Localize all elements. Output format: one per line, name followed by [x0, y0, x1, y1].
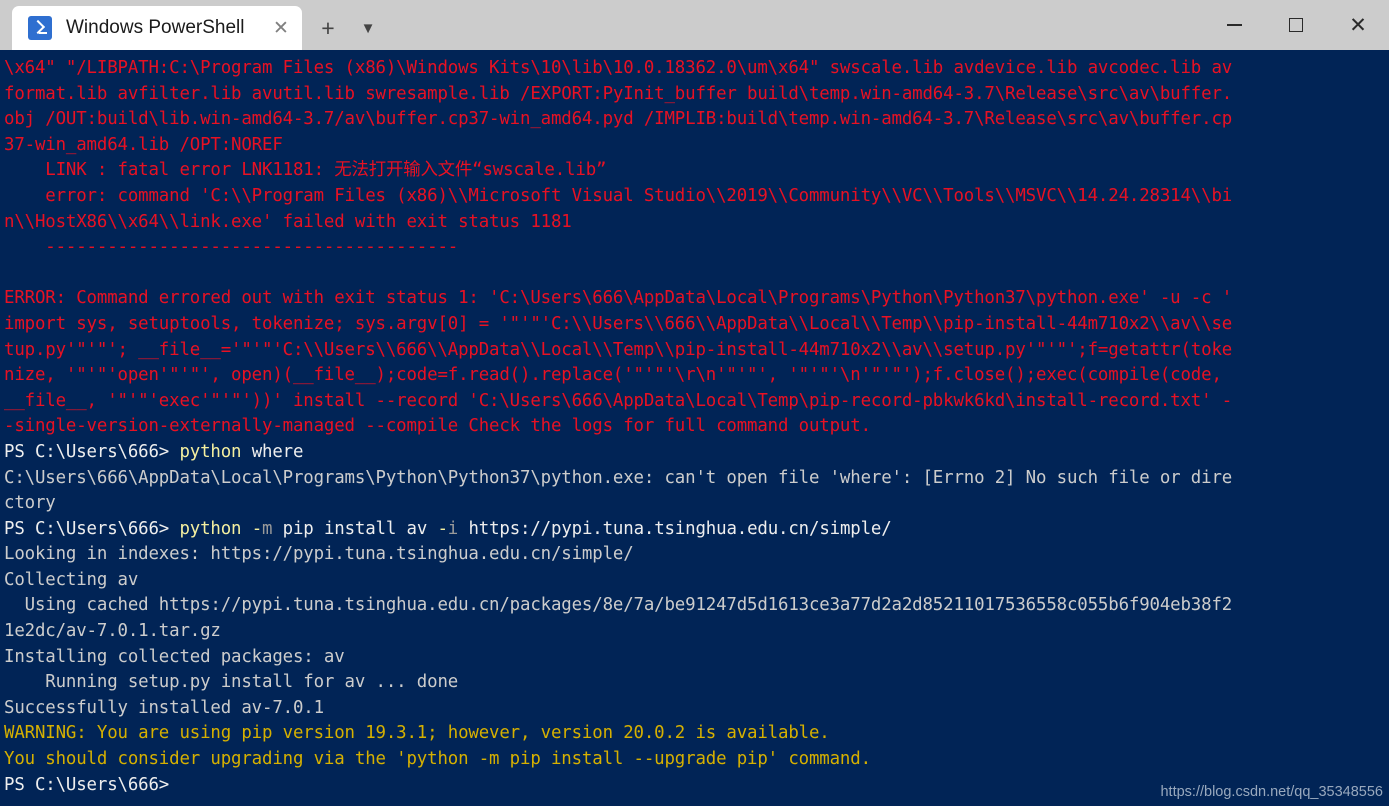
- console-line: -single-version-externally-managed --com…: [4, 414, 1389, 440]
- console-text: ERROR: Command errored out with exit sta…: [4, 288, 1233, 309]
- console-text: tup.py'"'"'; __file__='"'"'C:\\Users\\66…: [4, 339, 1233, 360]
- command-argument: m: [262, 518, 273, 539]
- terminal-viewport[interactable]: \x64" "/LIBPATH:C:\Program Files (x86)\W…: [0, 50, 1389, 806]
- prompt-label: PS C:\Users\666>: [4, 441, 180, 462]
- prompt-label: PS C:\Users\666>: [4, 518, 180, 539]
- console-text: nize, '"'"'open'"'"', open)(__file__);co…: [4, 365, 1222, 386]
- window-controls: ✕: [1203, 0, 1389, 50]
- console-line: ----------------------------------------: [4, 235, 1389, 261]
- console-text: error: command 'C:\\Program Files (x86)\…: [4, 185, 1233, 206]
- maximize-icon[interactable]: [1265, 0, 1327, 50]
- command-argument: where: [241, 441, 304, 462]
- console-text: \x64" "/LIBPATH:C:\Program Files (x86)\W…: [4, 58, 1233, 78]
- prompt-label: PS C:\Users\666>: [4, 774, 170, 795]
- console-line: PS C:\Users\666> python -m pip install a…: [4, 517, 1389, 543]
- command-argument: https://pypi.tuna.tsinghua.edu.cn/simple…: [458, 518, 892, 539]
- console-text: 37-win_amd64.lib /OPT:NOREF: [4, 134, 283, 155]
- console-line: nize, '"'"'open'"'"', open)(__file__);co…: [4, 363, 1389, 389]
- console-line: import sys, setuptools, tokenize; sys.ar…: [4, 312, 1389, 338]
- console-line: You should consider upgrading via the 'p…: [4, 747, 1389, 773]
- console-line: Installing collected packages: av: [4, 645, 1389, 671]
- console-text: format.lib avfilter.lib avutil.lib swres…: [4, 83, 1233, 104]
- console-text: WARNING: You are using pip version 19.3.…: [4, 723, 830, 744]
- console-text: Collecting av: [4, 569, 139, 590]
- console-line: obj /OUT:build\lib.win-amd64-3.7/av\buff…: [4, 107, 1389, 133]
- powershell-window: Windows PowerShell ✕ + ▼ ✕ \x64" "/LIBPA…: [0, 0, 1389, 806]
- console-text: __file__, '"'"'exec'"'"'))' install --re…: [4, 390, 1233, 411]
- console-text: ctory: [4, 493, 56, 514]
- console-line: __file__, '"'"'exec'"'"'))' install --re…: [4, 389, 1389, 415]
- command-argument: -: [241, 518, 263, 539]
- tab-title-label: Windows PowerShell: [66, 17, 245, 38]
- console-line: Successfully installed av-7.0.1: [4, 696, 1389, 722]
- console-text: LINK : fatal error LNK1181: 无法打开输入文件“sws…: [4, 160, 607, 181]
- console-line: PS C:\Users\666> python where: [4, 440, 1389, 466]
- console-line: 37-win_amd64.lib /OPT:NOREF: [4, 133, 1389, 159]
- console-output: \x64" "/LIBPATH:C:\Program Files (x86)\W…: [4, 56, 1389, 798]
- console-line: Looking in indexes: https://pypi.tuna.ts…: [4, 542, 1389, 568]
- command-argument: i: [447, 518, 459, 539]
- console-text: C:\Users\666\AppData\Local\Programs\Pyth…: [4, 467, 1233, 488]
- console-line: C:\Users\666\AppData\Local\Programs\Pyth…: [4, 466, 1389, 492]
- command-token: python: [179, 441, 242, 462]
- console-line: 1e2dc/av-7.0.1.tar.gz: [4, 619, 1389, 645]
- console-line: n\\HostX86\\x64\\link.exe' failed with e…: [4, 210, 1389, 236]
- console-text: Successfully installed av-7.0.1: [4, 697, 324, 718]
- console-text: obj /OUT:build\lib.win-amd64-3.7/av\buff…: [4, 109, 1233, 130]
- console-text: 1e2dc/av-7.0.1.tar.gz: [4, 621, 221, 642]
- new-tab-icon[interactable]: +: [308, 6, 348, 50]
- console-line: ERROR: Command errored out with exit sta…: [4, 286, 1389, 312]
- console-text: Looking in indexes: https://pypi.tuna.ts…: [4, 544, 634, 565]
- console-text: n\\HostX86\\x64\\link.exe' failed with e…: [4, 211, 572, 232]
- close-icon[interactable]: ✕: [1327, 0, 1389, 50]
- console-line: error: command 'C:\\Program Files (x86)\…: [4, 184, 1389, 210]
- console-line: Using cached https://pypi.tuna.tsinghua.…: [4, 593, 1389, 619]
- console-line: Collecting av: [4, 568, 1389, 594]
- chevron-down-icon[interactable]: ▼: [348, 6, 388, 50]
- title-bar: Windows PowerShell ✕ + ▼ ✕: [0, 0, 1389, 50]
- console-line: tup.py'"'"'; __file__='"'"'C:\\Users\\66…: [4, 338, 1389, 364]
- console-line: ctory: [4, 491, 1389, 517]
- console-text: ----------------------------------------: [4, 237, 459, 258]
- command-argument: pip install av: [272, 518, 438, 539]
- console-text: You should consider upgrading via the 'p…: [4, 749, 871, 770]
- command-argument: -: [437, 518, 448, 539]
- close-tab-icon[interactable]: ✕: [266, 13, 296, 43]
- console-line: \x64" "/LIBPATH:C:\Program Files (x86)\W…: [4, 56, 1389, 82]
- console-text: Using cached https://pypi.tuna.tsinghua.…: [4, 595, 1233, 616]
- console-text: import sys, setuptools, tokenize; sys.ar…: [4, 313, 1233, 334]
- powershell-icon: [28, 16, 52, 40]
- console-text: -single-version-externally-managed --com…: [4, 416, 871, 437]
- console-line: Running setup.py install for av ... done: [4, 670, 1389, 696]
- minimize-icon[interactable]: [1203, 0, 1265, 50]
- watermark-label: https://blog.csdn.net/qq_35348556: [1160, 784, 1383, 800]
- console-line: LINK : fatal error LNK1181: 无法打开输入文件“sws…: [4, 158, 1389, 184]
- console-line: WARNING: You are using pip version 19.3.…: [4, 721, 1389, 747]
- console-text: Installing collected packages: av: [4, 646, 345, 667]
- console-text: Running setup.py install for av ... done: [4, 672, 459, 693]
- console-line: format.lib avfilter.lib avutil.lib swres…: [4, 82, 1389, 108]
- tab-windows-powershell[interactable]: Windows PowerShell ✕: [12, 6, 302, 50]
- command-token: python: [179, 518, 242, 539]
